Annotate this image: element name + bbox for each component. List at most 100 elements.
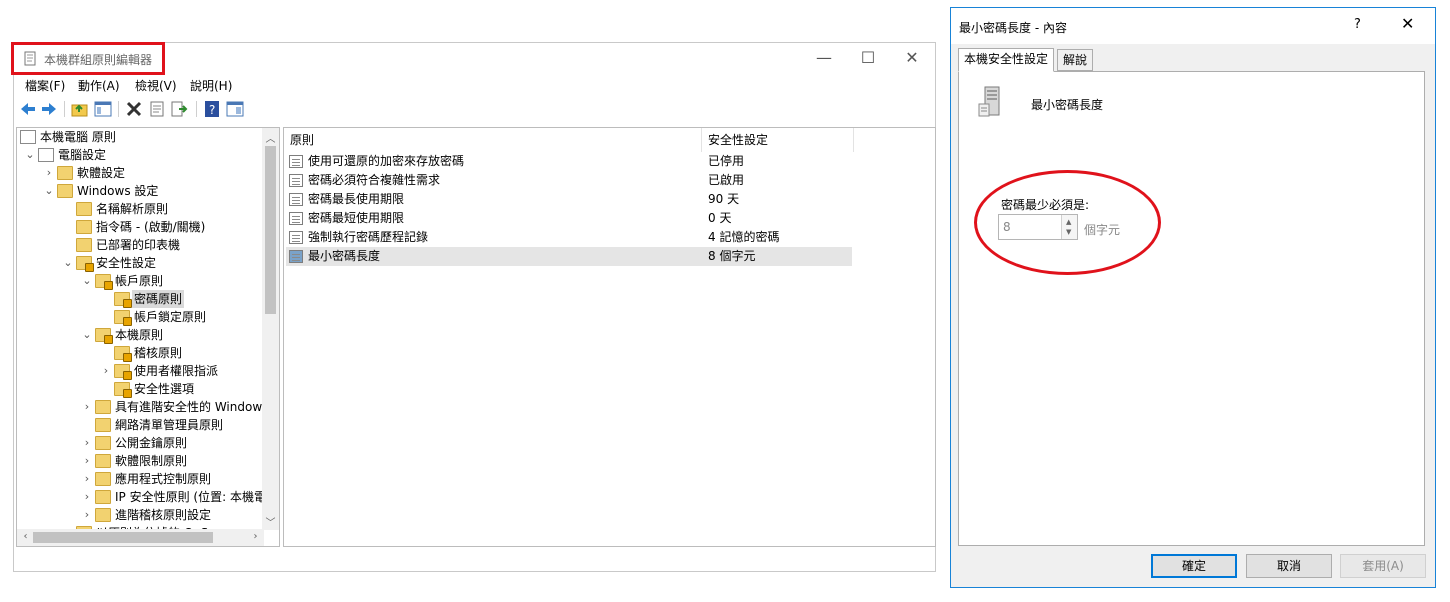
collapsed-chevron-icon[interactable]: › xyxy=(81,452,93,470)
show-action-pane-icon[interactable] xyxy=(226,100,244,118)
minimize-button[interactable]: — xyxy=(804,47,844,69)
tree-item-label: 帳戶原則 xyxy=(115,274,164,288)
collapsed-chevron-icon[interactable]: › xyxy=(81,488,93,506)
scroll-thumb[interactable] xyxy=(33,532,213,543)
tree-item-label: 具有進階安全性的 Window xyxy=(115,400,263,414)
locked-folder-icon xyxy=(95,328,113,344)
annotation-circle xyxy=(974,170,1161,275)
toolbar-separator xyxy=(118,101,119,117)
collapsed-chevron-icon[interactable]: › xyxy=(81,506,93,524)
dialog-help-button[interactable]: ? xyxy=(1354,17,1361,32)
collapsed-chevron-icon[interactable]: › xyxy=(43,164,55,182)
export-list-icon[interactable] xyxy=(170,100,188,118)
folder-icon xyxy=(95,472,111,486)
dialog-title: 最小密碼長度 - 內容 xyxy=(959,21,1067,35)
dialog-close-button[interactable]: ✕ xyxy=(1401,14,1414,33)
folder-icon xyxy=(95,508,111,522)
policy-row[interactable]: 密碼最短使用期限 0 天 xyxy=(286,209,852,228)
tree-item-label: 名稱解析原則 xyxy=(96,202,169,216)
scroll-left-icon[interactable]: ‹ xyxy=(17,531,34,542)
policy-setting-cell: 4 記憶的密碼 xyxy=(708,230,780,244)
apply-button[interactable]: 套用(A) xyxy=(1340,554,1426,578)
expanded-chevron-icon[interactable]: ⌄ xyxy=(81,272,93,290)
collapsed-chevron-icon xyxy=(100,308,112,326)
folder-icon xyxy=(95,400,111,414)
policy-row[interactable]: 強制執行密碼歷程記錄 4 記憶的密碼 xyxy=(286,228,852,247)
locked-folder-icon xyxy=(95,274,113,290)
group-policy-editor-window: 本機群組原則編輯器 — ☐ ✕ 檔案(F) 動作(A) 檢視(V) 說明(H) … xyxy=(11,42,936,572)
menu-file[interactable]: 檔案(F) xyxy=(25,77,65,94)
menu-action[interactable]: 動作(A) xyxy=(78,77,120,94)
dialog-title-bar: 最小密碼長度 - 內容 ? ✕ xyxy=(951,8,1435,44)
tree-item-label: 使用者權限指派 xyxy=(134,364,219,378)
tree-item-label: 帳戶鎖定原則 xyxy=(134,310,207,324)
tree-item-label: 進階稽核原則設定 xyxy=(115,508,212,522)
help-icon[interactable]: ? xyxy=(203,100,221,118)
tree-item-label: 稽核原則 xyxy=(134,346,183,360)
collapsed-chevron-icon[interactable]: › xyxy=(81,434,93,452)
folder-icon xyxy=(95,490,111,504)
column-header-policy[interactable]: 原則 xyxy=(290,128,702,152)
tree-item-label: 指令碼 - (啟動/關機) xyxy=(96,220,206,234)
tree-item-label: IP 安全性原則 (位置: 本機電 xyxy=(115,490,266,504)
dialog-tab-page: 最小密碼長度 密碼最少必須是: 8 ▲ ▼ 個字元 xyxy=(958,71,1425,546)
policy-setting-icon xyxy=(289,193,303,206)
tree-item-label: 已部署的印表機 xyxy=(96,238,181,252)
policy-setting-cell: 90 天 xyxy=(708,192,740,206)
tab-explain[interactable]: 解說 xyxy=(1057,49,1094,71)
properties-icon[interactable] xyxy=(148,100,166,118)
scroll-down-icon[interactable]: ﹀ xyxy=(262,514,279,529)
policy-setting-icon xyxy=(289,212,303,225)
collapsed-chevron-icon[interactable]: › xyxy=(81,470,93,488)
collapsed-chevron-icon[interactable]: › xyxy=(100,362,112,380)
cancel-button[interactable]: 取消 xyxy=(1246,554,1332,578)
expanded-chevron-icon[interactable]: ⌄ xyxy=(81,326,93,344)
up-folder-icon[interactable] xyxy=(71,100,89,118)
menu-view[interactable]: 檢視(V) xyxy=(135,77,177,94)
expanded-chevron-icon[interactable]: ⌄ xyxy=(43,182,55,200)
policy-name-cell: 密碼最短使用期限 xyxy=(308,211,405,225)
policy-setting-icon xyxy=(289,174,303,187)
policy-row[interactable]: 密碼最長使用期限 90 天 xyxy=(286,190,852,209)
scroll-up-icon[interactable]: ︿ xyxy=(262,130,279,145)
policy-list-pane[interactable]: ⌃ 原則 安全性設定 使用可還原的加密來存放密碼 已停用 密碼必須符合複雜性需求 已啟… xyxy=(283,127,936,547)
folder-icon xyxy=(95,436,111,450)
policy-row[interactable]: 最小密碼長度 8 個字元 xyxy=(286,247,852,266)
tree-vertical-scrollbar[interactable]: ︿ ﹀ xyxy=(262,128,279,530)
expanded-chevron-icon[interactable]: ⌄ xyxy=(24,146,36,164)
policy-setting-icon xyxy=(289,155,303,168)
forward-arrow-icon[interactable] xyxy=(40,100,58,118)
ok-button[interactable]: 確定 xyxy=(1151,554,1237,578)
menu-help[interactable]: 說明(H) xyxy=(190,77,232,94)
expanded-chevron-icon[interactable]: ⌄ xyxy=(62,254,74,272)
close-button[interactable]: ✕ xyxy=(892,47,932,69)
collapsed-chevron-icon[interactable]: › xyxy=(81,398,93,416)
folder-icon xyxy=(76,202,92,216)
show-tree-icon[interactable] xyxy=(94,100,112,118)
policy-row[interactable]: 密碼必須符合複雜性需求 已啟用 xyxy=(286,171,852,190)
policy-row[interactable]: 使用可還原的加密來存放密碼 已停用 xyxy=(286,152,852,171)
collapsed-chevron-icon xyxy=(100,380,112,398)
policy-setting-cell: 8 個字元 xyxy=(708,249,756,263)
scroll-thumb[interactable] xyxy=(265,146,276,314)
locked-folder-icon xyxy=(114,346,132,362)
tree-pane[interactable]: 本機電腦 原則 ⌄ 電腦設定 › 軟體設定 ⌄ Windows 設定 名稱解析原則 指令碼 -… xyxy=(16,127,280,547)
folder-icon xyxy=(76,238,92,252)
column-header-setting[interactable]: 安全性設定 xyxy=(708,128,854,152)
folder-icon xyxy=(57,184,73,198)
tree-horizontal-scrollbar[interactable]: ‹ › xyxy=(17,529,264,546)
policy-name-cell: 密碼必須符合複雜性需求 xyxy=(308,173,441,187)
collapsed-chevron-icon xyxy=(100,290,112,308)
back-arrow-icon[interactable] xyxy=(19,100,37,118)
server-icon xyxy=(978,86,1000,117)
locked-folder-icon xyxy=(114,292,132,308)
tree-item-label: 電腦設定 xyxy=(58,148,107,162)
delete-icon[interactable] xyxy=(125,100,143,118)
policy-editor-icon xyxy=(24,51,36,66)
policy-name: 最小密碼長度 xyxy=(1031,98,1104,112)
locked-folder-icon xyxy=(76,256,94,272)
maximize-button[interactable]: ☐ xyxy=(848,47,888,69)
tab-local-security-setting[interactable]: 本機安全性設定 xyxy=(958,48,1055,72)
scroll-right-icon[interactable]: › xyxy=(247,531,264,542)
folder-icon xyxy=(95,418,111,432)
